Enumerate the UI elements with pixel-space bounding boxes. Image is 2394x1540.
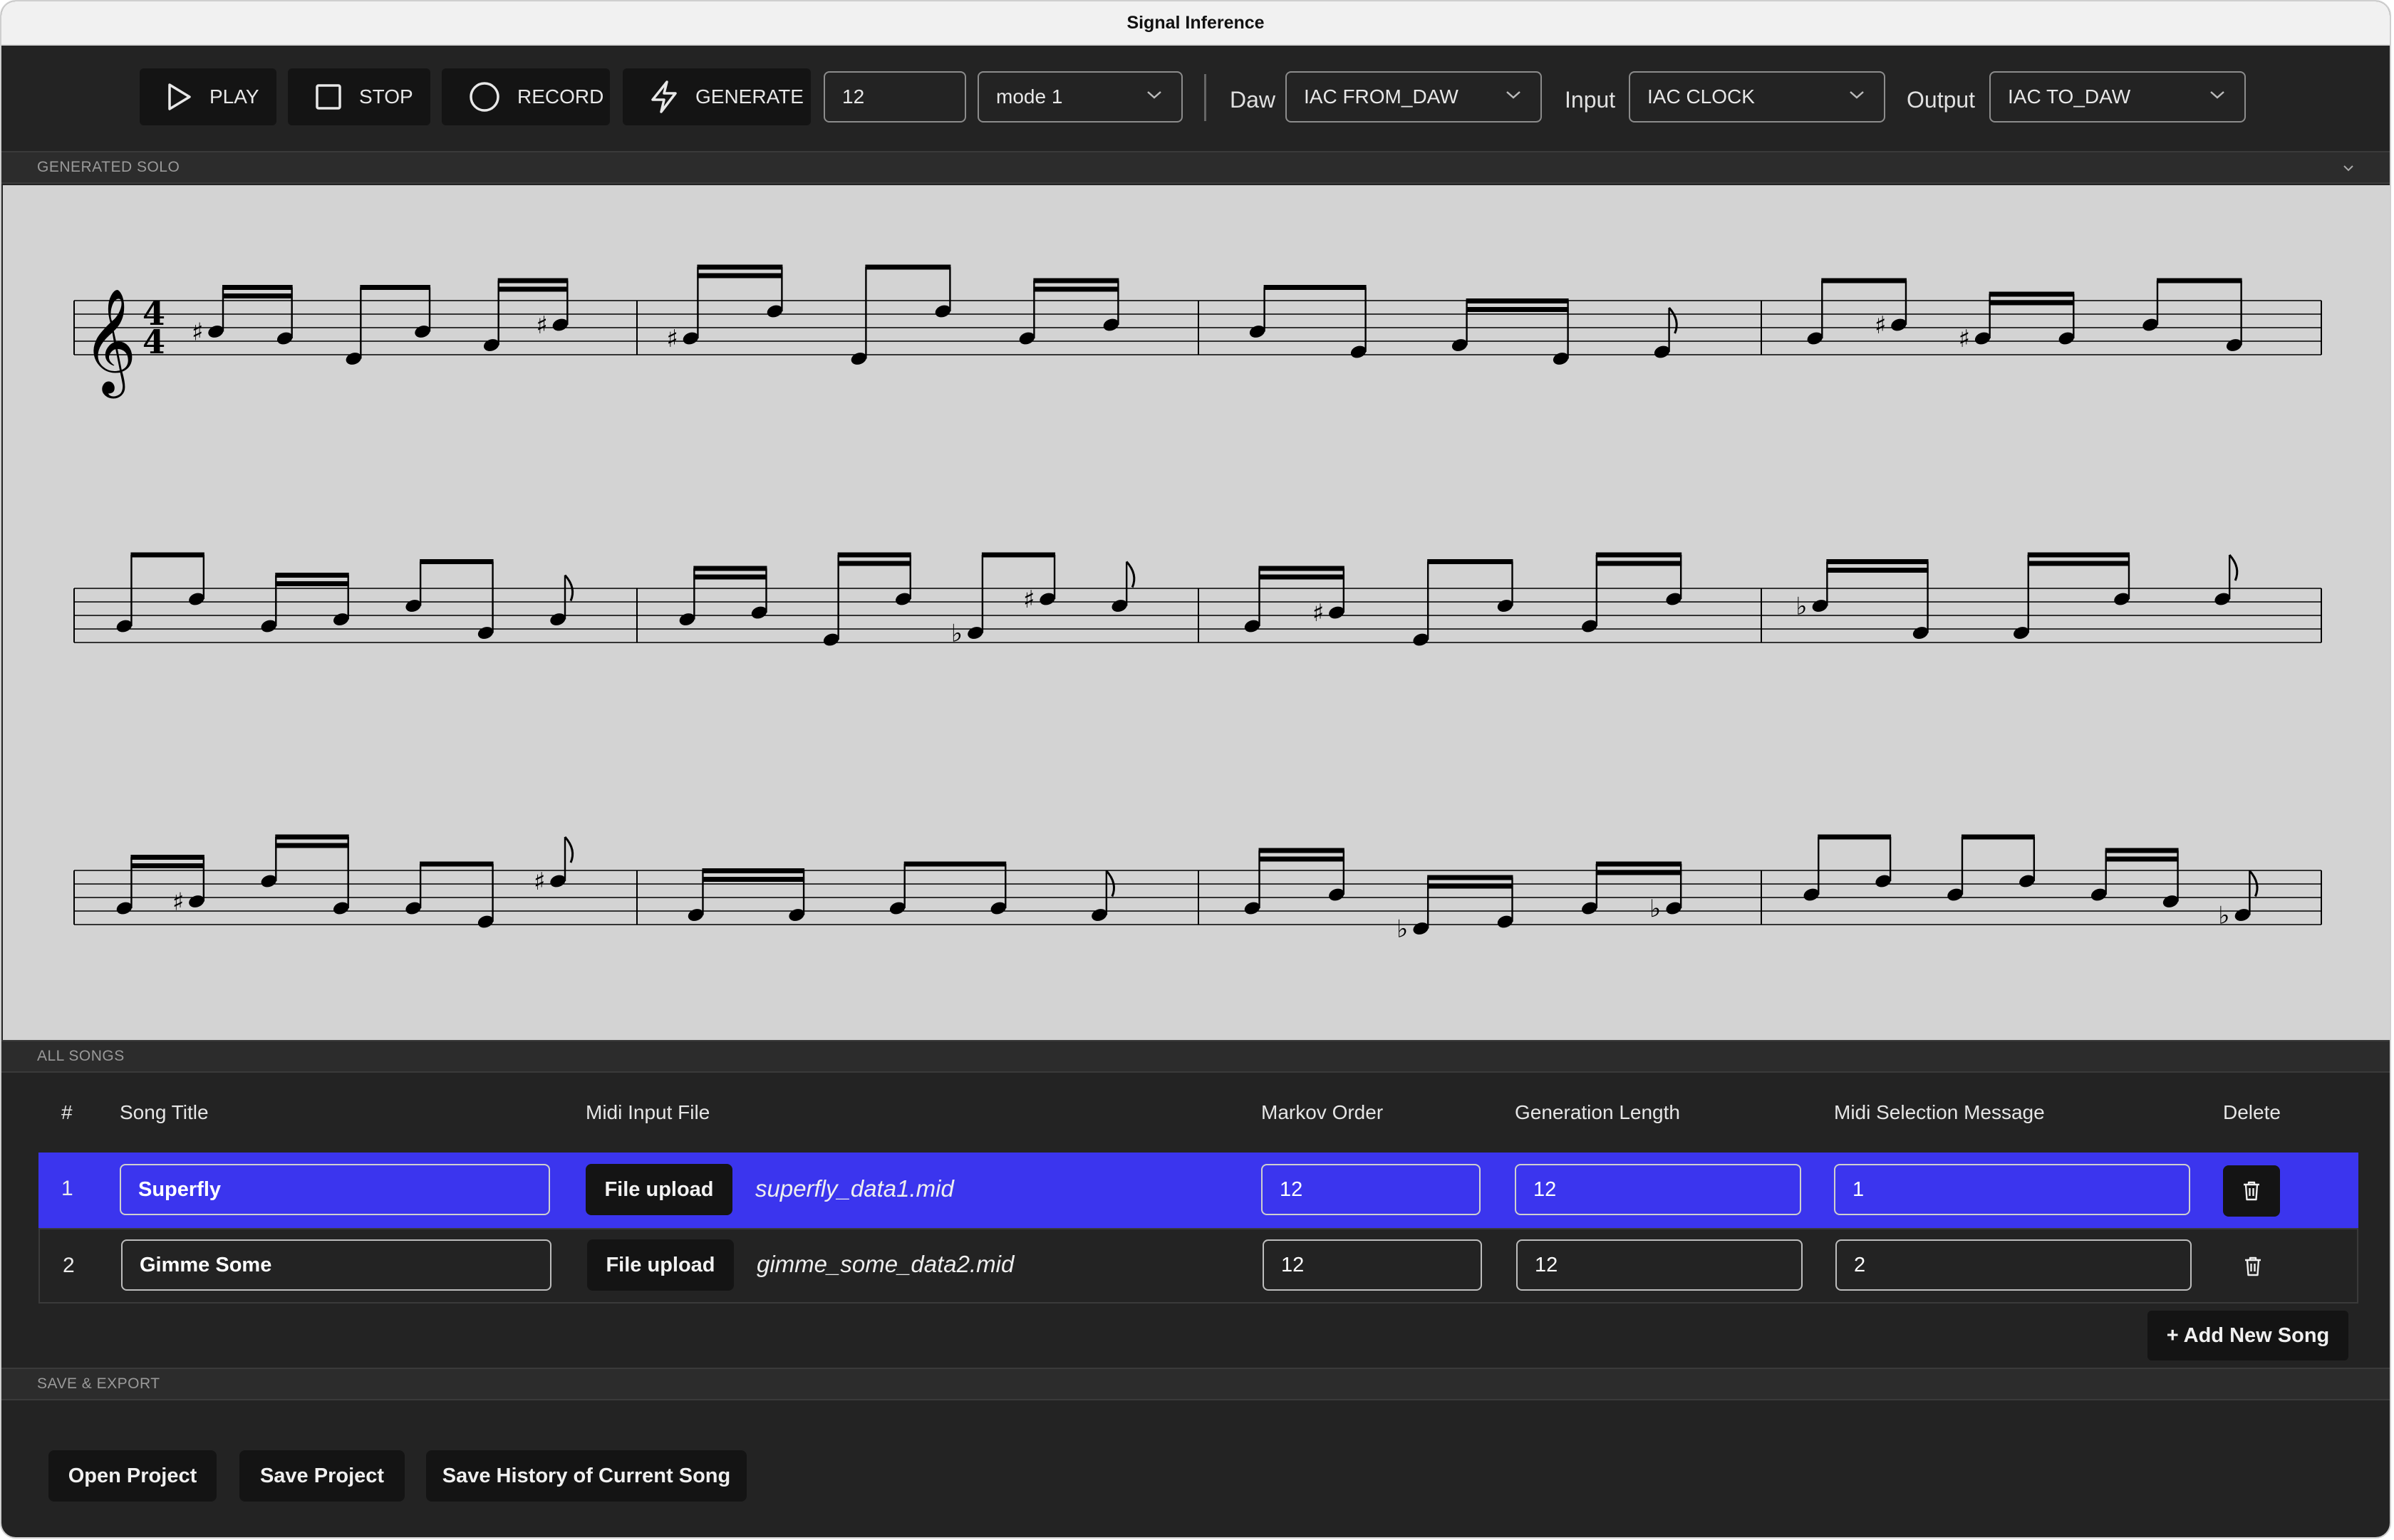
accidental: ♯ (1312, 599, 1324, 628)
midi-file-name: superfly_data1.mid (755, 1175, 954, 1202)
stop-label: STOP (359, 85, 413, 108)
song-title-input[interactable]: Superfly (120, 1164, 550, 1215)
lightning-icon (651, 80, 677, 113)
generation-length-input[interactable]: 12 (1516, 1239, 1803, 1291)
row-number: 1 (61, 1177, 73, 1200)
chevron-down-icon (2210, 91, 2224, 99)
chevron-down-icon[interactable] (2343, 165, 2354, 172)
toolbar: PLAY STOP RECORD GENERATE 12 mode 1 Daw … (1, 46, 2390, 148)
save-history-button[interactable]: Save History of Current Song (426, 1450, 747, 1502)
trash-icon (2245, 1257, 2261, 1276)
col-header-markov: Markov Order (1261, 1101, 1384, 1123)
input-select[interactable]: IAC CLOCK (1629, 71, 1885, 123)
delete-button[interactable] (2224, 1241, 2281, 1292)
col-header-gen-length: Generation Length (1515, 1101, 1680, 1123)
add-song-button[interactable]: + Add New Song (2147, 1311, 2348, 1360)
song-title-input[interactable]: Gimme Some (121, 1239, 551, 1291)
save-project-button[interactable]: Save Project (239, 1450, 405, 1502)
treble-clef: 𝄞 (83, 288, 137, 398)
markov-order-input[interactable]: 12 (1263, 1239, 1482, 1291)
length-input[interactable]: 12 (824, 71, 966, 123)
output-label: Output (1907, 87, 1976, 113)
daw-value: IAC FROM_DAW (1304, 85, 1458, 108)
output-select[interactable]: IAC TO_DAW (1989, 71, 2246, 123)
generate-label: GENERATE (695, 85, 804, 108)
input-label: Input (1565, 87, 1616, 113)
section-header-songs: ALL SONGS (1, 1040, 2390, 1073)
col-header-title: Song Title (120, 1101, 209, 1123)
chevron-down-icon (1147, 91, 1161, 99)
score-svg: 𝄞 44 ♯ ♯ ♯ ♯ ♯♭♯ ♯ ♭♯♯♭♭ ♭ (73, 264, 2322, 944)
section-title-export: SAVE & EXPORT (37, 1375, 160, 1392)
play-button[interactable]: PLAY (140, 68, 276, 125)
section-title-solo: GENERATED SOLO (37, 159, 180, 175)
stop-button[interactable]: STOP (288, 68, 430, 125)
col-header-midi-msg: Midi Selection Message (1834, 1101, 2045, 1123)
sheet-music: 𝄞 4 4 ♯ ♯ ♯ ♯ ♯ ♭ ♯ ♯ ♭ ♯ ♯ ♭ ♭ ♭ (3, 185, 2390, 1040)
file-upload-button[interactable]: File upload (587, 1239, 734, 1291)
markov-order-input[interactable]: 12 (1261, 1164, 1481, 1215)
midi-file-name: gimme_some_data2.mid (757, 1251, 1015, 1277)
open-project-button[interactable]: Open Project (48, 1450, 217, 1502)
input-value: IAC CLOCK (1647, 85, 1755, 108)
accidental: ♯ (536, 311, 547, 340)
chevron-down-icon (1850, 91, 1864, 99)
play-icon (168, 83, 191, 110)
table-row[interactable]: 1 Superfly File upload superfly_data1.mi… (38, 1153, 2358, 1228)
chevron-down-icon (1506, 91, 1520, 99)
accidental: ♯ (666, 325, 678, 353)
record-icon (470, 82, 499, 112)
file-upload-button[interactable]: File upload (586, 1164, 732, 1215)
section-title-songs: ALL SONGS (37, 1048, 125, 1064)
daw-label: Daw (1230, 87, 1276, 113)
midi-message-input[interactable]: 2 (1835, 1239, 2192, 1291)
table-row[interactable]: 2 Gimme Some File upload gimme_some_data… (38, 1228, 2358, 1304)
section-header-solo[interactable]: GENERATED SOLO (1, 151, 2390, 184)
accidental: ♭ (1649, 895, 1661, 923)
accidental: ♭ (2218, 902, 2229, 930)
mode-select[interactable]: mode 1 (978, 71, 1183, 123)
accidental: ♯ (172, 888, 184, 917)
section-header-export: SAVE & EXPORT (1, 1368, 2390, 1400)
col-header-midi: Midi Input File (586, 1101, 710, 1123)
daw-select[interactable]: IAC FROM_DAW (1285, 71, 1542, 123)
time-signature-bottom: 4 (142, 323, 165, 361)
toolbar-divider (1204, 74, 1206, 121)
songs-table: # Song Title Midi Input File Markov Orde… (38, 1077, 2358, 1304)
row-number: 2 (63, 1254, 75, 1277)
stop-icon (316, 84, 341, 110)
note-flag (1668, 307, 1678, 334)
output-value: IAC TO_DAW (2008, 85, 2131, 108)
accidental: ♭ (951, 620, 963, 648)
play-label: PLAY (209, 85, 259, 108)
record-button[interactable]: RECORD (442, 68, 610, 125)
accidental: ♭ (1396, 915, 1408, 944)
mode-value: mode 1 (996, 85, 1063, 108)
accidental: ♯ (1959, 325, 1970, 353)
accidental: ♯ (534, 868, 545, 896)
note-flag (2229, 554, 2239, 581)
record-label: RECORD (517, 85, 604, 108)
accidental: ♯ (1023, 586, 1035, 614)
accidental: ♯ (192, 318, 203, 347)
col-header-num: # (61, 1101, 73, 1123)
delete-button[interactable] (2223, 1165, 2280, 1217)
accidental: ♯ (1875, 311, 1886, 340)
note-flag (1126, 561, 1136, 588)
app-window: Signal Inference PLAY STOP RECORD GENERA… (0, 0, 2391, 1539)
generate-button[interactable]: GENERATE (623, 68, 811, 125)
midi-message-input[interactable]: 1 (1834, 1164, 2190, 1215)
accidental: ♭ (1796, 593, 1807, 621)
note-flag (564, 836, 574, 863)
generation-length-input[interactable]: 12 (1515, 1164, 1801, 1215)
trash-icon (2244, 1181, 2259, 1201)
window-title: Signal Inference (1, 1, 2390, 46)
col-header-delete: Delete (2223, 1101, 2281, 1123)
